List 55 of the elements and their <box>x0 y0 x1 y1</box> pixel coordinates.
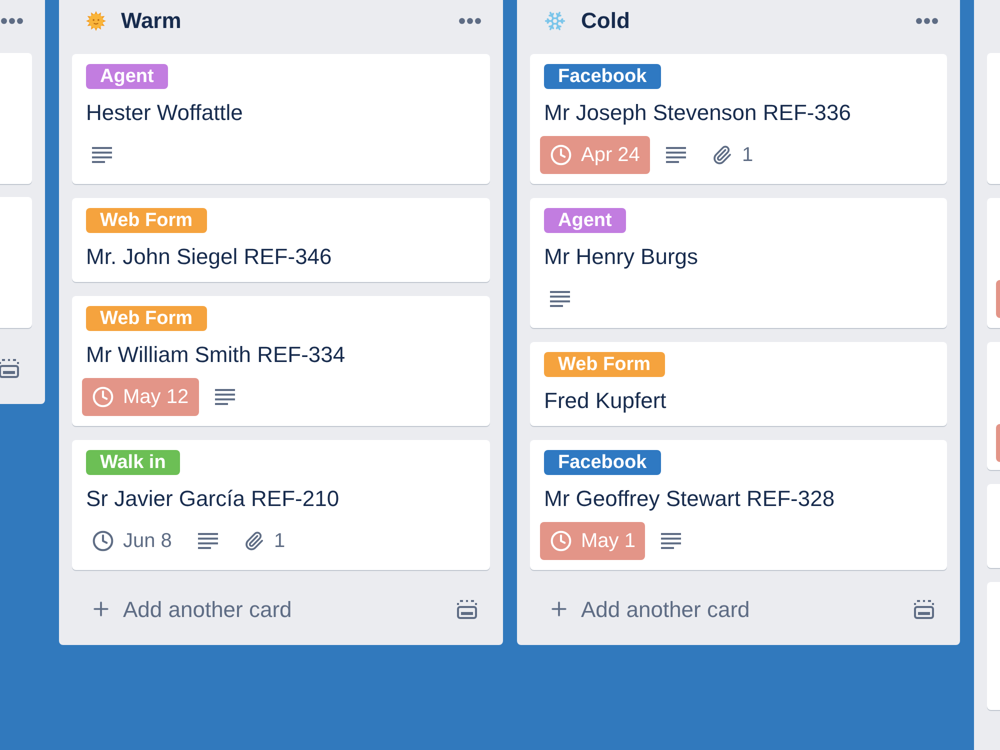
card[interactable]: Web Form Mr. John Siegel REF-346 <box>72 198 490 282</box>
card[interactable]: Facebook Mr Joseph Stevenson REF-336 Apr 24 1 <box>530 54 947 184</box>
card-label: Web Form <box>86 208 207 233</box>
card[interactable]: Agent Mr Henry Burgs <box>530 198 947 328</box>
description-icon <box>198 533 218 549</box>
due-date-badge[interactable] <box>996 280 1000 318</box>
card-label: Facebook <box>544 450 661 475</box>
card-label: Web Form <box>86 306 207 331</box>
paperclip-icon <box>244 531 264 551</box>
template-icon[interactable] <box>914 600 934 618</box>
clock-icon <box>550 144 572 166</box>
card-label: Walk in <box>86 450 180 475</box>
card[interactable] <box>987 342 1000 470</box>
clock-icon <box>92 530 114 552</box>
card-title: Mr. John Siegel REF-346 <box>86 243 333 271</box>
card-title: Mr Joseph Stevenson REF-336 <box>544 99 852 127</box>
description-icon <box>550 291 570 307</box>
card-title: Mr Henry Burgs <box>544 243 700 271</box>
card-label: Agent <box>86 64 168 89</box>
card-title: Fred Kupfert <box>544 387 668 415</box>
description-icon <box>666 147 686 163</box>
card[interactable]: Web Form Mr William Smith REF-334 May 12 <box>72 296 490 426</box>
more-icon[interactable] <box>1 18 23 24</box>
card-label: Agent <box>544 208 626 233</box>
card-title: Hester Woffattle <box>86 99 244 127</box>
description-icon <box>92 147 112 163</box>
card[interactable]: Facebook Mr Geoffrey Stewart REF-328 May 1 <box>530 440 947 570</box>
more-icon[interactable] <box>916 18 938 24</box>
add-card-button[interactable]: Add another card <box>72 592 292 626</box>
description-icon <box>661 533 682 549</box>
card-label: Web Form <box>544 352 665 377</box>
snowflake-icon <box>544 10 566 32</box>
add-card-button[interactable]: Add another card <box>530 592 750 626</box>
more-icon[interactable] <box>459 18 481 24</box>
list-title[interactable]: Cold <box>581 7 630 35</box>
template-icon[interactable] <box>457 600 477 618</box>
clock-icon <box>92 386 114 408</box>
card-title: Mr Geoffrey Stewart REF-328 <box>544 485 836 513</box>
card[interactable]: Walk in Sr Javier García REF-210 Jun 8 1 <box>72 440 490 570</box>
card-title: Mr William Smith REF-334 <box>86 341 346 369</box>
due-date-badge[interactable] <box>996 424 1000 462</box>
attachment-count: 1 <box>742 143 754 167</box>
clock-icon <box>550 530 572 552</box>
list-title[interactable]: Warm <box>121 7 182 35</box>
card-title: Sr Javier García REF-210 <box>86 485 340 513</box>
card-label: Facebook <box>544 64 661 89</box>
sun-icon <box>86 11 106 31</box>
due-date-badge[interactable]: Jun 8 <box>82 522 182 560</box>
paperclip-icon <box>712 145 732 165</box>
attachment-count: 1 <box>274 529 286 553</box>
card[interactable]: Agent Hester Woffattle <box>72 54 490 184</box>
template-icon[interactable] <box>0 358 19 378</box>
description-icon <box>214 389 235 405</box>
card[interactable]: Web Form Fred Kupfert <box>530 342 947 426</box>
card[interactable] <box>987 198 1000 328</box>
